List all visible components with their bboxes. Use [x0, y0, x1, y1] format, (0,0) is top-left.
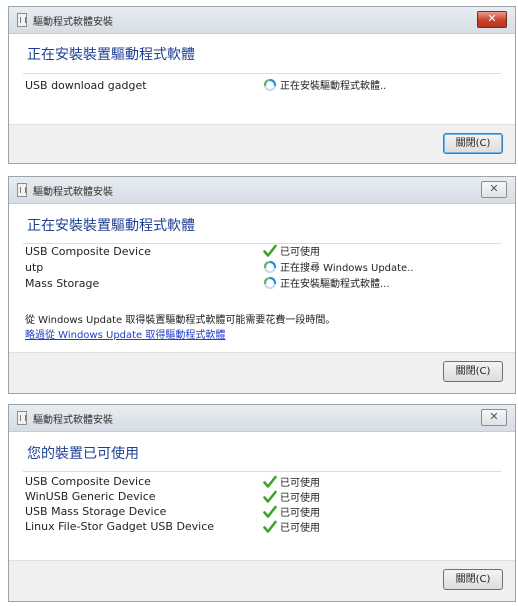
divider	[23, 471, 501, 472]
driver-install-dialog-2: 驅動程式軟體安裝 ✕ 正在安裝裝置驅動程式軟體 USB Composite De…	[8, 176, 516, 394]
device-status-text: 正在安裝驅動程式軟體...	[280, 279, 390, 290]
dialog-footer: 關閉(C)	[9, 124, 515, 163]
page-heading: 正在安裝裝置驅動程式軟體	[27, 47, 195, 63]
checkmark-icon	[263, 490, 277, 504]
device-status: 已可使用	[263, 519, 320, 534]
device-status: 正在搜尋 Windows Update..	[263, 259, 414, 274]
device-status-text: 已可使用	[280, 523, 320, 534]
device-status: 正在安裝驅動程式軟體...	[263, 275, 390, 290]
checkmark-icon	[263, 475, 277, 489]
close-button[interactable]: 關閉(C)	[443, 361, 503, 382]
device-name: USB Composite Device	[25, 475, 151, 488]
device-status-text: 正在搜尋 Windows Update..	[280, 263, 414, 274]
window-close-button[interactable]: ✕	[477, 11, 507, 28]
device-status-text: 已可使用	[280, 508, 320, 519]
title-bar[interactable]: 驅動程式軟體安裝 ✕	[9, 405, 515, 432]
checkmark-icon	[263, 520, 277, 534]
device-status-text: 正在安裝驅動程式軟體..	[280, 81, 387, 92]
device-status: 已可使用	[263, 504, 320, 519]
checkmark-icon	[263, 505, 277, 519]
device-name: USB download gadget	[25, 79, 147, 92]
divider	[23, 243, 501, 244]
device-name: USB Composite Device	[25, 245, 151, 258]
device-name: Mass Storage	[25, 277, 100, 290]
setup-app-icon	[17, 183, 27, 197]
close-button[interactable]: 關閉(C)	[443, 133, 503, 154]
page-heading: 您的裝置已可使用	[27, 446, 139, 462]
device-name: Linux File-Stor Gadget USB Device	[25, 520, 215, 533]
window-title: 驅動程式軟體安裝	[33, 415, 113, 426]
close-button[interactable]: 關閉(C)	[443, 569, 503, 590]
title-bar[interactable]: 驅動程式軟體安裝 ✕	[9, 177, 515, 204]
driver-install-dialog-1: 驅動程式軟體安裝 ✕ 正在安裝裝置驅動程式軟體 USB download gad…	[8, 6, 516, 164]
device-status: 正在安裝驅動程式軟體..	[263, 77, 386, 92]
device-status: 已可使用	[263, 243, 320, 258]
setup-app-icon	[17, 13, 27, 27]
window-close-button[interactable]: ✕	[481, 409, 507, 426]
dialog-footer: 關閉(C)	[9, 560, 515, 601]
device-name: utp	[25, 261, 44, 274]
title-bar[interactable]: 驅動程式軟體安裝 ✕	[9, 7, 515, 34]
window-title: 驅動程式軟體安裝	[33, 17, 113, 28]
window-title: 驅動程式軟體安裝	[33, 187, 113, 198]
spinner-icon	[263, 276, 277, 290]
device-status: 已可使用	[263, 474, 320, 489]
dialog-footer: 關閉(C)	[9, 352, 515, 393]
spinner-icon	[263, 78, 277, 92]
device-status: 已可使用	[263, 489, 320, 504]
device-status-text: 已可使用	[280, 247, 320, 258]
spinner-icon	[263, 260, 277, 274]
device-name: WinUSB Generic Device	[25, 490, 156, 503]
skip-windows-update-link[interactable]: 略過從 Windows Update 取得驅動程式軟體	[25, 326, 225, 341]
device-name: USB Mass Storage Device	[25, 505, 167, 518]
checkmark-icon	[263, 244, 277, 258]
setup-app-icon	[17, 411, 27, 425]
window-close-button[interactable]: ✕	[481, 181, 507, 198]
update-note: 從 Windows Update 取得裝置驅動程式軟體可能需要花費一段時間。	[25, 315, 336, 326]
device-status-text: 已可使用	[280, 493, 320, 504]
divider	[23, 73, 501, 74]
device-status-text: 已可使用	[280, 478, 320, 489]
page-heading: 正在安裝裝置驅動程式軟體	[27, 218, 195, 234]
driver-install-dialog-3: 驅動程式軟體安裝 ✕ 您的裝置已可使用 USB Composite Device…	[8, 404, 516, 602]
